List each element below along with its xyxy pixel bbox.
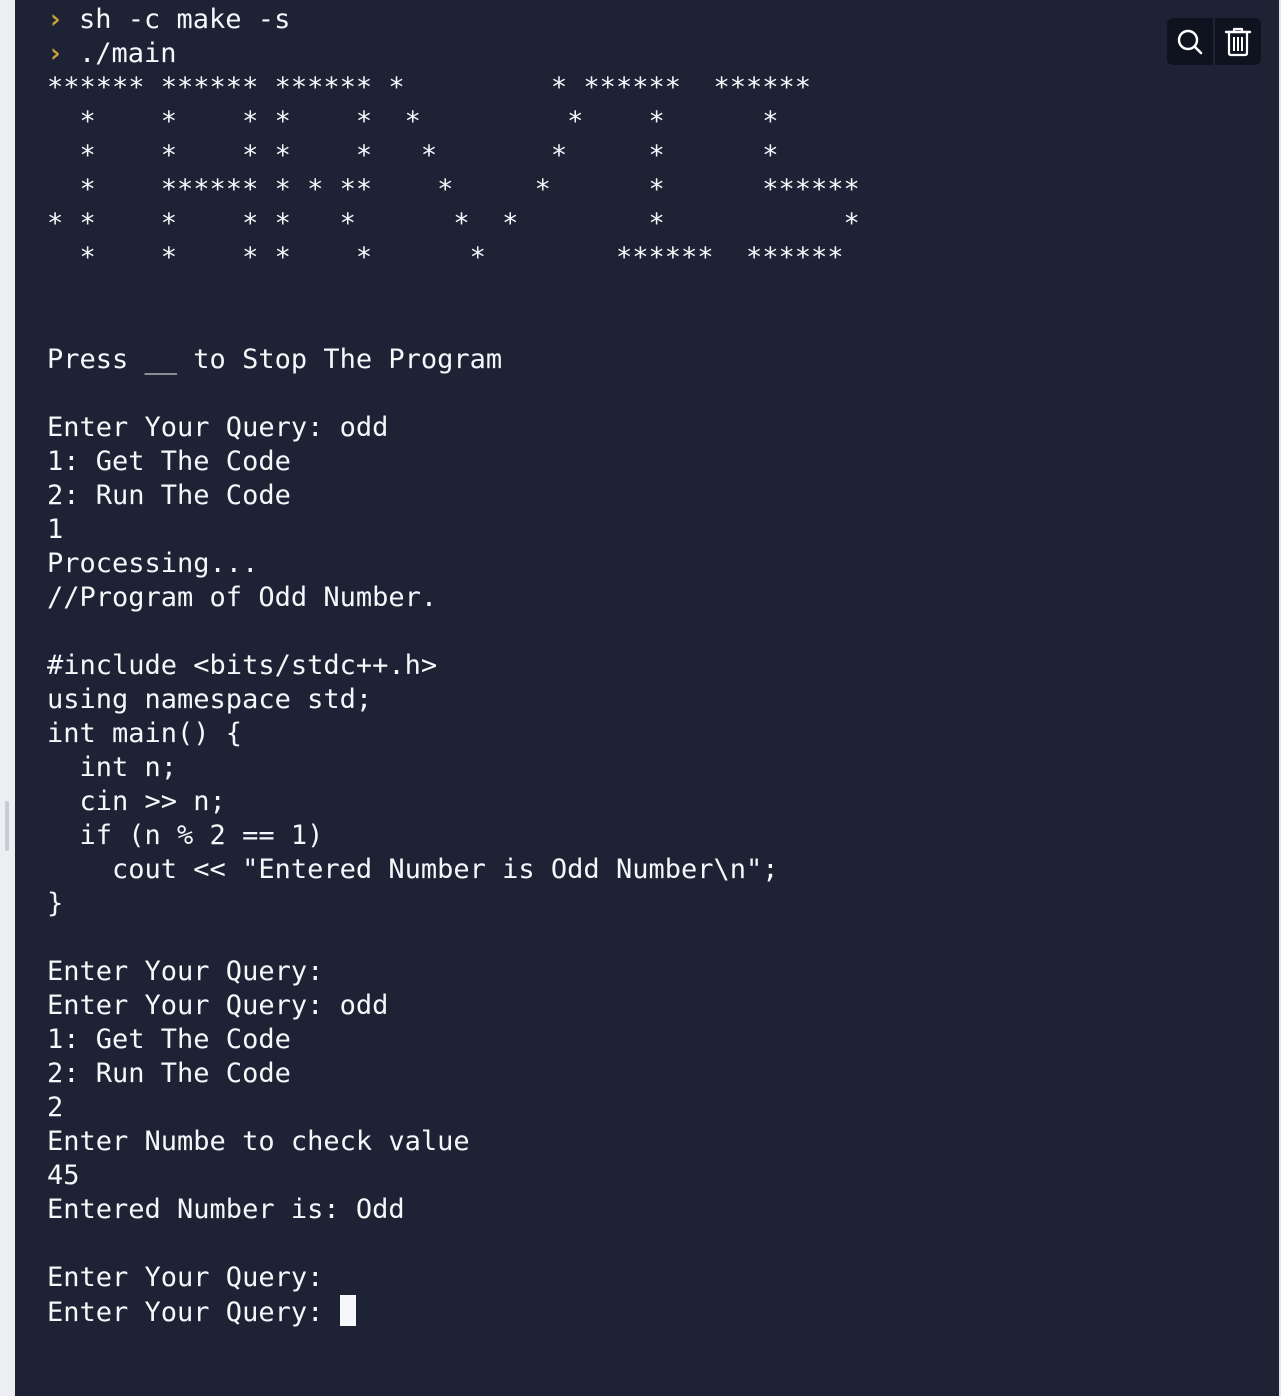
- console-output: › sh -c make -s › ./main ****** ****** ***…: [47, 3, 860, 1329]
- text-cursor[interactable]: [339, 1295, 356, 1326]
- output-line: //Program of Odd Number.: [47, 582, 438, 613]
- output-line: Enter Your Query:: [47, 956, 324, 987]
- console-panel[interactable]: › sh -c make -s › ./main ****** ****** ***…: [15, 0, 1279, 1396]
- command-text: ./main: [79, 38, 177, 69]
- output-line: }: [47, 888, 64, 919]
- command-line: › sh -c make -s: [47, 3, 860, 37]
- output-line: cin >> n;: [47, 786, 226, 817]
- banner-line: * * * * * * * * * *: [47, 208, 860, 239]
- active-input-line[interactable]: Enter Your Query:: [47, 1295, 860, 1329]
- output-line: int n;: [47, 752, 178, 783]
- output-line: 2: Run The Code: [47, 480, 291, 511]
- current-prompt: Enter Your Query:: [47, 1297, 340, 1328]
- prompt-arrow-icon: ›: [47, 4, 64, 35]
- search-button[interactable]: [1167, 18, 1213, 65]
- trash-icon: [1224, 27, 1252, 56]
- output-line: Enter Your Query:: [47, 1262, 324, 1293]
- output-line: Entered Number is: Odd: [47, 1194, 405, 1225]
- banner-line: * * * * * * ****** ******: [47, 242, 844, 273]
- output-line: Enter Numbe to check value: [47, 1126, 470, 1157]
- prompt-arrow-icon: ›: [47, 38, 64, 69]
- output-line: #include <bits/stdc++.h>: [47, 650, 438, 681]
- command-text: sh -c make -s: [79, 4, 291, 35]
- console-toolbar: [1167, 18, 1261, 65]
- banner-line: * * * * * * * * *: [47, 140, 779, 171]
- output-line: 1: [47, 514, 64, 545]
- output-line: Enter Your Query: odd: [47, 990, 389, 1021]
- output-line: cout << "Entered Number is Odd Number\n"…: [47, 854, 779, 885]
- output-line: 45: [47, 1160, 80, 1191]
- output-line: 1: Get The Code: [47, 1024, 291, 1055]
- clear-console-button[interactable]: [1215, 18, 1261, 65]
- resize-handle[interactable]: [5, 801, 9, 851]
- output-line: Enter Your Query: odd: [47, 412, 389, 443]
- output-line: Processing...: [47, 548, 259, 579]
- search-icon: [1177, 29, 1203, 54]
- output-line: 2: Run The Code: [47, 1058, 291, 1089]
- command-line: › ./main: [47, 37, 860, 71]
- banner-line: * ****** * * ** * * * ******: [47, 174, 860, 205]
- output-line: 2: [47, 1092, 64, 1123]
- banner-line: * * * * * * * * *: [47, 106, 779, 137]
- output-line: int main() {: [47, 718, 243, 749]
- output-line: if (n % 2 == 1): [47, 820, 324, 851]
- banner-line: ****** ****** ****** * * ****** ******: [47, 72, 812, 103]
- left-gutter: [0, 0, 15, 1396]
- output-line: using namespace std;: [47, 684, 373, 715]
- output-line: 1: Get The Code: [47, 446, 291, 477]
- output-line: Press __ to Stop The Program: [47, 344, 503, 375]
